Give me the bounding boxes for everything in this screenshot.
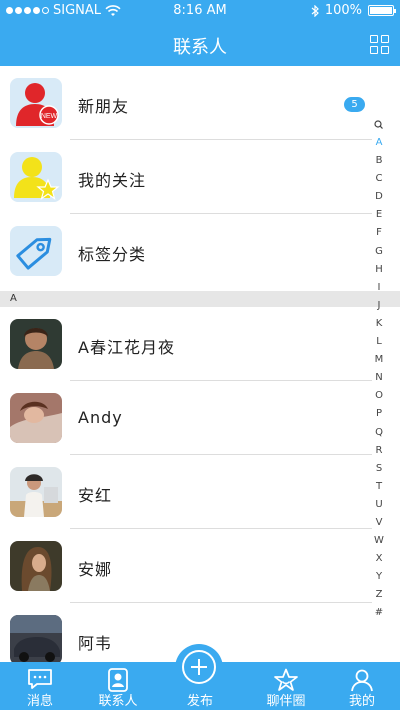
new-friend-icon: NEW [10,78,62,128]
contact-name: 阿韦 [78,634,113,653]
index-letter[interactable]: Y [376,568,382,586]
index-letter[interactable]: P [376,405,382,423]
index-letter[interactable]: D [375,188,383,206]
index-letter[interactable]: S [376,460,382,478]
star-circle-icon [274,668,298,691]
index-letter[interactable]: X [376,550,383,568]
contact-row[interactable]: A春江花月夜 [0,307,372,381]
avatar [10,615,62,665]
index-letter[interactable]: M [375,351,384,369]
tab-label: 消息 [26,694,53,709]
profile-icon [351,669,373,692]
index-letter[interactable]: L [376,333,382,351]
bluetooth-icon [311,4,319,17]
page-title: 联系人 [173,37,227,58]
index-letter[interactable]: U [375,496,382,514]
index-letter[interactable]: C [376,170,383,188]
nav-bar: 联系人 [0,22,400,66]
index-letter[interactable]: A [376,134,383,152]
status-right-group: 100% [311,3,396,18]
index-letter[interactable]: G [375,243,383,261]
index-letter[interactable]: # [375,604,383,622]
list-item-my-follows[interactable]: 我的关注 [0,140,372,214]
publish-plus-icon [175,644,223,692]
unread-badge: 5 [344,97,365,112]
tab-contacts[interactable]: 联系人 [78,662,158,710]
contact-row[interactable]: 安娜 [0,529,372,603]
tag-icon [10,226,62,276]
section-header: A [0,291,400,307]
contact-row[interactable]: 安红 [0,455,372,529]
status-bar: SIGNAL 8:16 AM 100% [0,0,400,22]
tab-label: 联系人 [98,694,138,709]
index-letter[interactable]: N [375,369,382,387]
tab-label: 我的 [348,694,375,709]
contact-name: 安红 [78,486,113,505]
contacts-icon [108,668,128,692]
tab-label: 发布 [186,694,213,709]
tab-label: 聊伴圈 [266,694,306,709]
grid-icon[interactable] [370,35,390,55]
list-item-new-friends[interactable]: NEW 新朋友 5 [0,66,372,140]
contact-name: Andy [78,408,123,427]
index-letter[interactable]: F [376,224,382,242]
index-letter[interactable]: T [376,478,382,496]
battery-icon [368,5,396,16]
avatar [10,541,62,591]
tab-profile[interactable]: 我的 [322,662,400,710]
index-letter[interactable]: I [378,279,381,297]
list-item-label: 新朋友 [78,97,130,116]
contact-name: A春江花月夜 [78,338,175,357]
index-letter[interactable]: B [376,152,383,170]
tab-messages[interactable]: 消息 [0,662,80,710]
index-letter[interactable]: V [376,514,383,532]
index-letter[interactable]: Q [375,424,383,442]
follow-star-icon [10,152,62,202]
list-item-label: 我的关注 [78,171,147,190]
tab-bar: 消息 联系人 发布 聊伴圈 我的 [0,644,400,710]
index-letter[interactable]: W [374,532,384,550]
svg-text:NEW: NEW [41,113,58,120]
index-letter[interactable]: K [376,315,383,333]
contact-name: 安娜 [78,560,113,579]
index-letter[interactable]: E [376,206,382,224]
index-search-icon[interactable] [374,116,384,134]
list-item-label: 标签分类 [78,245,147,264]
avatar [10,393,62,443]
list-item-tags[interactable]: 标签分类 [0,214,372,288]
alphabet-index[interactable]: A B C D E F G H I J K L M N O P Q R S T … [372,116,386,623]
contact-row[interactable]: Andy [0,381,372,455]
battery-percent: 100% [324,3,362,18]
index-letter[interactable]: O [375,387,383,405]
tab-publish[interactable]: 发布 [160,644,240,710]
index-letter[interactable]: H [375,261,383,279]
avatar [10,319,62,369]
index-letter[interactable]: J [378,297,381,315]
index-letter[interactable]: Z [376,586,383,604]
index-letter[interactable]: R [376,442,383,460]
tab-circle[interactable]: 聊伴圈 [246,662,326,710]
message-icon [28,669,52,689]
avatar [10,467,62,517]
